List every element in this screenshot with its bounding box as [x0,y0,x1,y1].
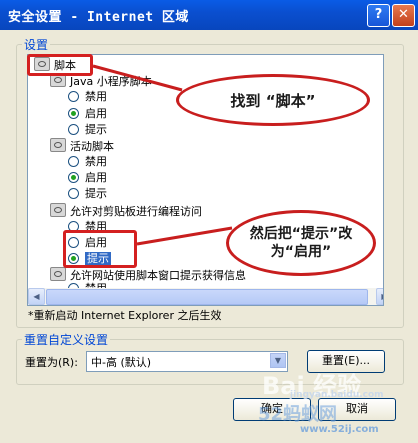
watermark-url2: www.52ij.com [300,424,379,435]
highlight-enable-prompt [63,230,137,268]
callout-find-scripting: 找到 “脚本” [176,74,370,126]
watermark-site2: 52蚂蚁网 [258,404,338,425]
callout-change-prompt: 然后把“提示”改为“启用” [226,210,376,276]
watermark-url: jingyan.baidu.com [290,390,384,400]
